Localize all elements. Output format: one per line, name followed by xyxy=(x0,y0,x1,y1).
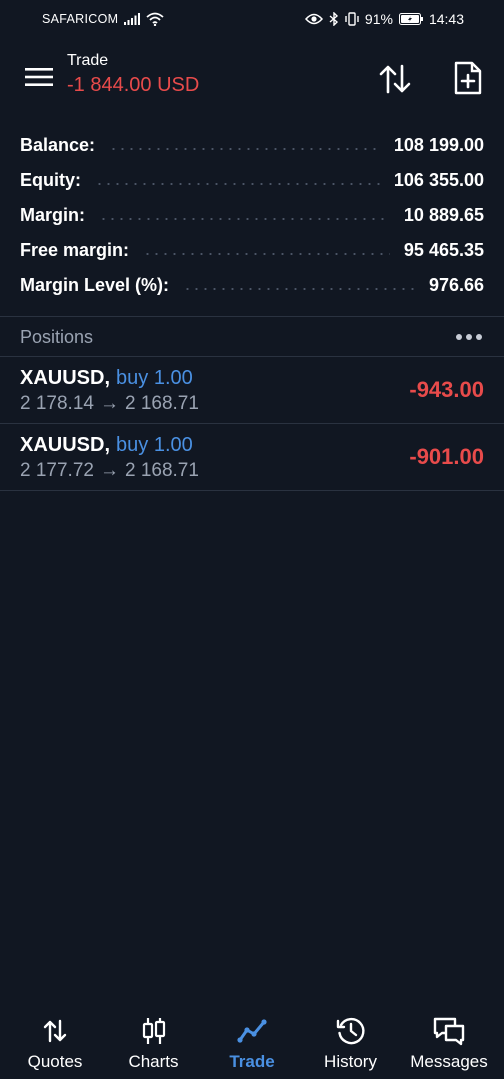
summary-value: 95 465.35 xyxy=(403,240,484,260)
summary-row-free-margin: Free margin: 95 465.35 xyxy=(0,233,504,268)
nav-history[interactable]: History xyxy=(302,1006,400,1079)
position-row[interactable]: XAUUSD, buy 1.00 2 177.72 → 2 168.71 -90… xyxy=(0,424,504,491)
position-profit: -901.00 xyxy=(409,444,484,469)
summary-value: 10 889.65 xyxy=(403,205,484,225)
dotted-leader xyxy=(183,287,415,290)
floating-profit: -1 844.00 USD xyxy=(67,74,200,96)
trade-screen: SAFARICOM 91% 14:43 Trade -1 844.00 USD … xyxy=(0,0,504,1079)
summary-label: Margin Level (%): xyxy=(20,275,170,295)
summary-value: 976.66 xyxy=(428,275,484,295)
summary-label: Free margin: xyxy=(20,240,130,260)
nav-trade[interactable]: Trade xyxy=(203,1006,301,1079)
nav-label: Messages xyxy=(410,1052,488,1071)
app-header: Trade -1 844.00 USD xyxy=(0,40,504,118)
clock: 14:43 xyxy=(428,11,464,27)
more-options-button[interactable] xyxy=(454,328,484,346)
carrier-name: SAFARICOM xyxy=(42,12,119,26)
signal-icon xyxy=(124,13,141,25)
position-symbol: XAUUSD, xyxy=(20,434,111,456)
position-profit: -943.00 xyxy=(409,377,484,402)
history-icon xyxy=(336,1014,366,1048)
dotted-leader xyxy=(109,147,380,150)
status-bar: SAFARICOM 91% 14:43 xyxy=(0,0,504,38)
positions-title: Positions xyxy=(20,326,94,347)
dot-icon xyxy=(476,334,482,340)
nav-label: Trade xyxy=(229,1052,275,1071)
current-price: 2 168.71 xyxy=(124,393,199,414)
dotted-leader xyxy=(95,182,380,185)
open-price: 2 178.14 xyxy=(20,393,94,414)
summary-row-equity: Equity: 106 355.00 xyxy=(0,163,504,198)
bluetooth-icon xyxy=(329,12,339,26)
menu-icon xyxy=(25,68,53,86)
dot-icon xyxy=(456,334,462,340)
account-summary: Balance: 108 199.00 Equity: 106 355.00 M… xyxy=(0,128,504,303)
battery-percent: 91% xyxy=(364,11,393,27)
position-type: buy 1.00 xyxy=(116,434,193,456)
trade-icon xyxy=(237,1014,267,1048)
summary-label: Margin: xyxy=(20,205,85,225)
dotted-leader xyxy=(99,217,390,220)
page-title: Trade xyxy=(67,52,109,69)
sort-button[interactable] xyxy=(376,60,414,98)
quotes-icon xyxy=(42,1014,68,1048)
summary-label: Equity: xyxy=(20,170,81,190)
nav-label: History xyxy=(324,1052,377,1071)
position-row[interactable]: XAUUSD, buy 1.00 2 178.14 → 2 168.71 -94… xyxy=(0,357,504,424)
nav-label: Charts xyxy=(128,1052,179,1071)
new-order-icon xyxy=(454,61,482,95)
dotted-leader xyxy=(143,252,390,255)
positions-header: Positions xyxy=(0,317,504,357)
messages-icon xyxy=(432,1014,466,1048)
summary-label: Balance: xyxy=(20,135,96,155)
charts-icon xyxy=(141,1014,167,1048)
dot-icon xyxy=(466,334,472,340)
open-price: 2 177.72 xyxy=(20,460,94,481)
position-type: buy 1.00 xyxy=(116,367,193,389)
vibrate-icon xyxy=(345,12,359,26)
new-order-button[interactable] xyxy=(450,58,486,98)
position-symbol: XAUUSD, xyxy=(20,367,111,389)
nav-quotes[interactable]: Quotes xyxy=(6,1006,104,1079)
summary-row-margin: Margin: 10 889.65 xyxy=(0,198,504,233)
summary-row-margin-level: Margin Level (%): 976.66 xyxy=(0,268,504,303)
arrow-icon: → xyxy=(99,393,119,414)
summary-row-balance: Balance: 108 199.00 xyxy=(0,128,504,163)
arrow-icon: → xyxy=(99,460,119,481)
wifi-icon xyxy=(146,12,164,26)
sort-icon xyxy=(379,64,411,94)
nav-label: Quotes xyxy=(27,1052,83,1071)
eye-icon xyxy=(304,13,323,25)
nav-messages[interactable]: Messages xyxy=(400,1006,498,1079)
battery-icon xyxy=(398,13,423,25)
menu-button[interactable] xyxy=(22,62,56,92)
divider xyxy=(0,490,504,491)
nav-charts[interactable]: Charts xyxy=(105,1006,203,1079)
current-price: 2 168.71 xyxy=(124,460,199,481)
summary-value: 106 355.00 xyxy=(393,170,484,190)
summary-value: 108 199.00 xyxy=(393,135,484,155)
bottom-navigation: Quotes Charts Trade History Messages xyxy=(0,1006,504,1079)
